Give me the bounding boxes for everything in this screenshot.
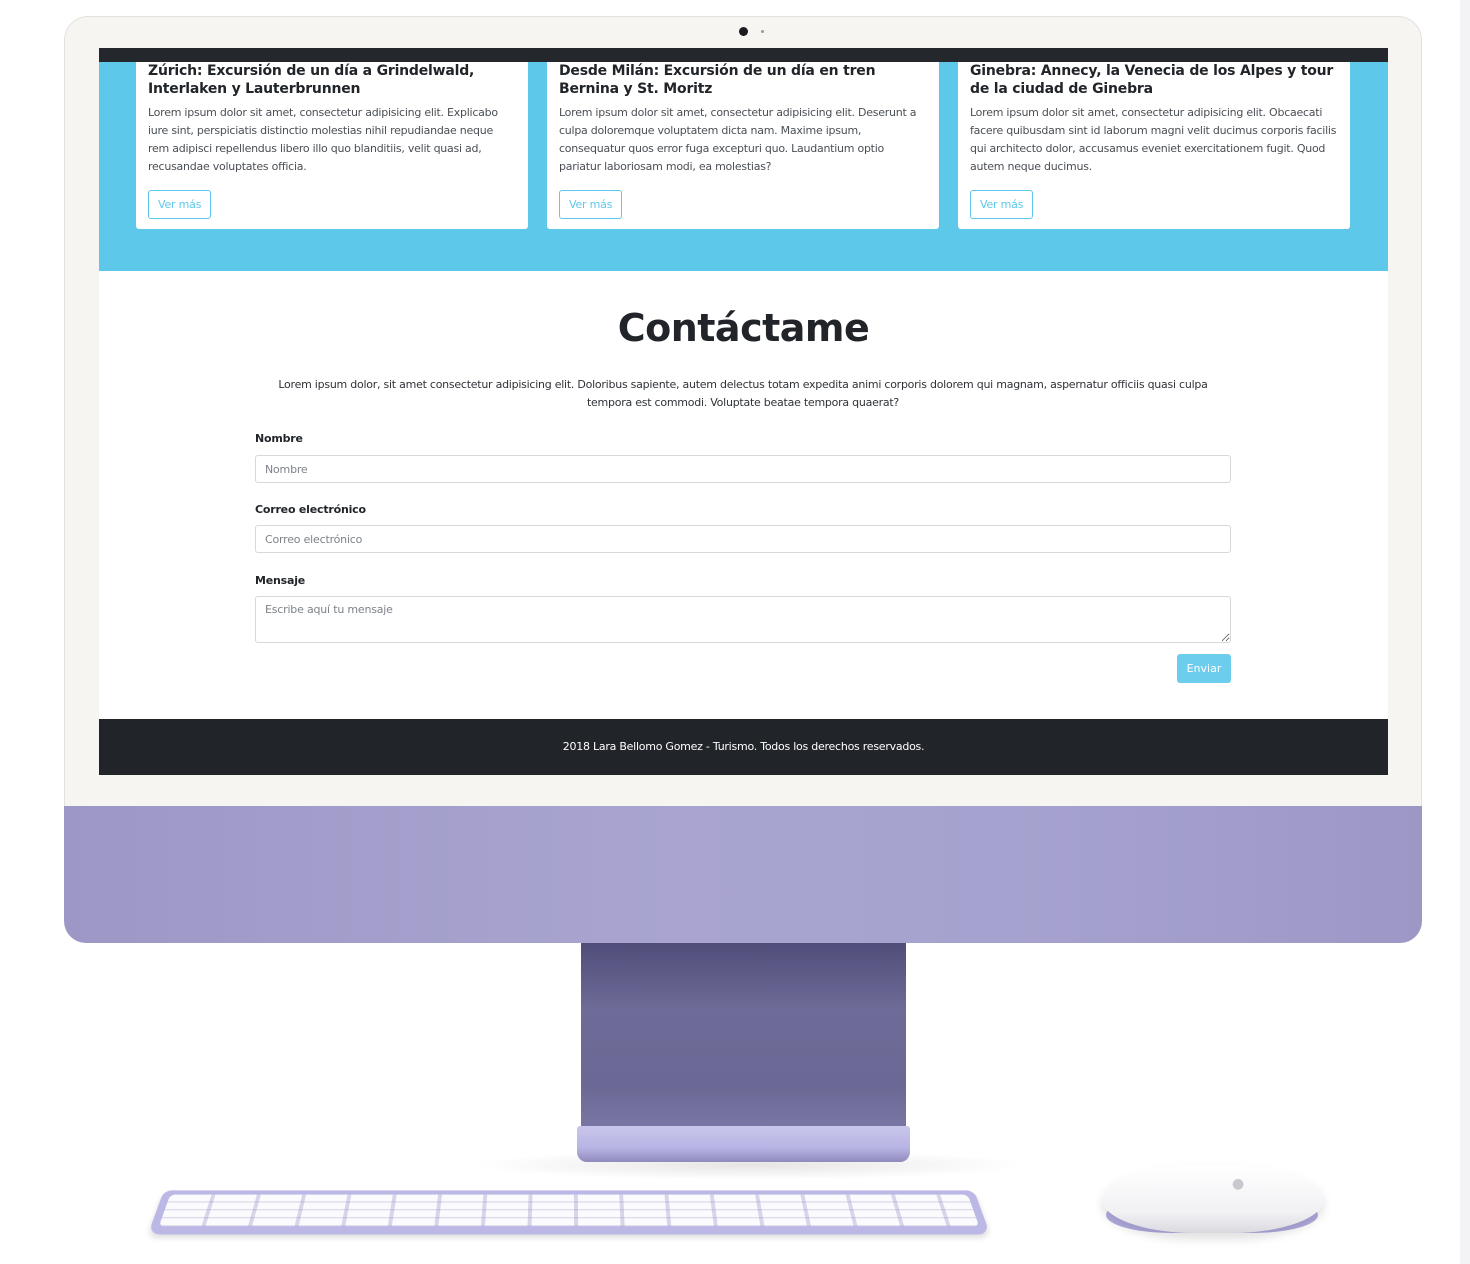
tour-card: Ginebra: Annecy, la Venecia de los Alpes… <box>958 62 1350 229</box>
name-label: Nombre <box>255 432 303 445</box>
mouse <box>1102 1165 1324 1233</box>
tour-description: Lorem ipsum dolor sit amet, consectetur … <box>559 106 917 173</box>
message-textarea[interactable] <box>255 596 1231 643</box>
monitor-stand-foot <box>577 1126 910 1162</box>
contact-description: Lorem ipsum dolor, sit amet consectetur … <box>278 378 1208 409</box>
page-edge <box>1460 0 1470 1264</box>
keyboard <box>147 1190 991 1235</box>
tours-section: Zúrich: Excursión de un día a Grindelwal… <box>99 62 1388 271</box>
monitor-chin <box>64 806 1422 943</box>
name-input[interactable] <box>255 455 1231 483</box>
message-label: Mensaje <box>255 574 306 587</box>
monitor-stand <box>581 943 906 1133</box>
footer-text: 2018 Lara Bellomo Gomez - Turismo. Todos… <box>562 740 925 753</box>
sensor-icon <box>761 30 764 33</box>
email-label: Correo electrónico <box>255 503 366 516</box>
contact-title: Contáctame <box>617 306 870 350</box>
ver-mas-button[interactable]: Ver más <box>559 190 623 219</box>
tour-title: Desde Milán: Excursión de un día en tren… <box>559 63 876 97</box>
tour-title: Ginebra: Annecy, la Venecia de los Alpes… <box>970 63 1334 97</box>
keyboard-keys <box>158 1194 980 1227</box>
tour-card: Zúrich: Excursión de un día a Grindelwal… <box>136 62 528 229</box>
tour-description: Lorem ipsum dolor sit amet, consectetur … <box>970 106 1337 173</box>
ver-mas-button[interactable]: Ver más <box>148 190 212 219</box>
screen-top-bar <box>99 48 1388 62</box>
send-button[interactable]: Enviar <box>1177 654 1231 683</box>
tour-title: Zúrich: Excursión de un día a Grindelwal… <box>148 63 475 97</box>
apple-logo-icon: ● <box>1232 1176 1245 1192</box>
email-input[interactable] <box>255 525 1231 553</box>
monitor-screen: Zúrich: Excursión de un día a Grindelwal… <box>99 48 1388 775</box>
camera-icon <box>739 27 748 36</box>
tour-card: Desde Milán: Excursión de un día en tren… <box>547 62 939 229</box>
ver-mas-button[interactable]: Ver más <box>970 190 1034 219</box>
tour-description: Lorem ipsum dolor sit amet, consectetur … <box>148 106 498 173</box>
site-footer: 2018 Lara Bellomo Gomez - Turismo. Todos… <box>99 719 1388 775</box>
